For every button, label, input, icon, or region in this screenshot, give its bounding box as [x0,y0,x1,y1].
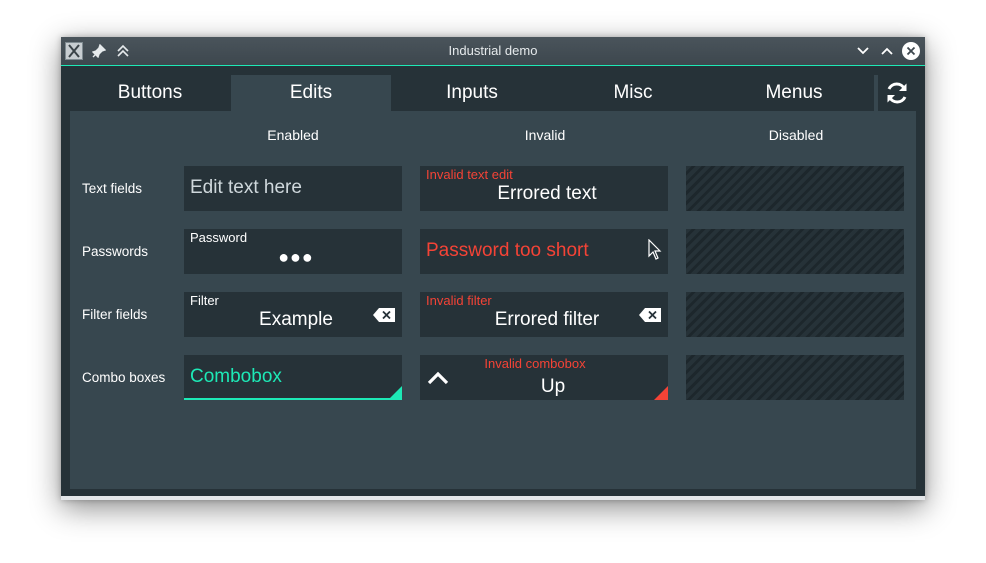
clear-filter-icon[interactable] [373,308,395,322]
password-field-disabled [686,229,904,274]
refresh-icon [887,82,907,104]
text-field-placeholder: Edit text here [190,177,302,198]
refresh-button[interactable] [878,75,916,111]
invalid-filter-value: Errored filter [494,309,600,330]
column-header-disabled: Disabled [768,127,824,143]
row-label-passwords: Passwords [82,244,149,259]
mouse-cursor-icon [648,239,662,260]
password-dots: ●●● [278,247,314,267]
row-label-text-fields: Text fields [82,181,143,196]
window-bottom-border [61,496,925,500]
combobox-dropdown-corner-icon[interactable] [390,386,402,398]
minimize-icon[interactable] [853,41,873,61]
combobox-value: Combobox [190,366,282,387]
invalid-text-value: Errored text [497,183,597,204]
tab-misc[interactable]: Misc [553,75,713,111]
filter-field-enabled[interactable]: Filter Example [184,292,402,337]
password-label: Password [190,230,248,245]
column-header-invalid: Invalid [524,127,566,143]
tab-edits[interactable]: Edits [231,75,391,111]
invalid-combobox-value: Up [540,376,566,397]
combobox-error-corner-icon[interactable] [654,386,668,400]
row-label-filter-fields: Filter fields [82,307,148,322]
password-field-invalid[interactable]: Password too short [420,229,668,274]
filter-field-disabled [686,292,904,337]
filter-label: Filter [190,293,219,308]
tab-menus[interactable]: Menus [714,75,874,111]
text-field-enabled[interactable]: Edit text here [184,166,402,211]
filter-field-invalid[interactable]: Invalid filter Errored filter [420,292,668,337]
maximize-icon[interactable] [877,41,897,61]
text-field-invalid[interactable]: Invalid text edit Errored text [420,166,668,211]
row-label-combo-boxes: Combo boxes [82,370,166,385]
clear-invalid-filter-icon[interactable] [639,308,661,322]
window-title: Industrial demo [448,43,538,58]
invalid-text-edit-label: Invalid text edit [426,167,513,182]
tab-buttons[interactable]: Buttons [70,75,230,111]
column-header-enabled: Enabled [267,127,319,143]
app-window: Industrial demo Buttons Edits Inputs Mis… [61,37,925,500]
title-bar[interactable]: Industrial demo [61,37,925,66]
password-field-enabled[interactable]: Password ●●● [184,229,402,274]
invalid-combobox-label: Invalid combobox [484,356,586,371]
tab-bar: Buttons Edits Inputs Misc Menus [70,75,874,111]
invalid-filter-label: Invalid filter [426,293,492,308]
combobox-disabled [686,355,904,400]
combobox-enabled[interactable]: Combobox [184,355,402,400]
text-field-disabled [686,166,904,211]
password-error-text: Password too short [426,240,589,261]
tab-inputs[interactable]: Inputs [392,75,552,111]
close-icon[interactable] [902,42,920,60]
main-content: Buttons Edits Inputs Misc Menus Enabled … [70,75,916,489]
combobox-invalid[interactable]: Invalid combobox Up [420,355,668,400]
